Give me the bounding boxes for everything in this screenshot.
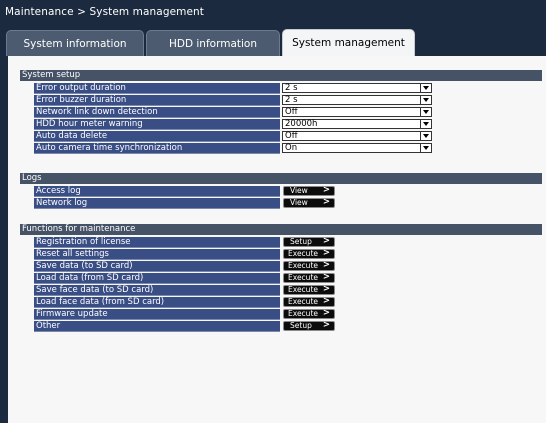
- execute-load-data-button[interactable]: Execute >: [283, 273, 335, 283]
- execute-save-data-button[interactable]: Execute >: [283, 261, 335, 271]
- select-value: Off: [285, 131, 298, 141]
- select-error-output-duration[interactable]: 2 s: [282, 83, 432, 93]
- tab-system-information[interactable]: System information: [6, 30, 144, 56]
- row-label-reset-all-settings: Reset all settings: [34, 249, 280, 260]
- button-label: View: [290, 198, 308, 207]
- select-auto-camera-time-synchronization[interactable]: On: [282, 143, 432, 153]
- chevron-right-icon: >: [322, 185, 330, 195]
- execute-load-face-data-button[interactable]: Execute >: [283, 297, 335, 307]
- row-label-error-output-duration: Error output duration: [34, 83, 280, 94]
- select-value: On: [285, 143, 298, 153]
- chevron-right-icon: >: [322, 260, 330, 270]
- section-header-system-setup: System setup: [20, 70, 542, 81]
- tab-label: System management: [292, 37, 405, 49]
- chevron-right-icon: >: [322, 284, 330, 294]
- row-label-save-data: Save data (to SD card): [34, 261, 280, 272]
- tab-label: System information: [23, 37, 127, 50]
- button-label: Execute: [288, 249, 318, 258]
- select-value: 2 s: [285, 95, 298, 105]
- row-label-network-log: Network log: [34, 198, 280, 209]
- button-label: Execute: [288, 261, 318, 270]
- row-label-network-link-down-detection: Network link down detection: [34, 107, 280, 118]
- button-label: View: [290, 186, 308, 195]
- content-panel: System setup Error output duration 2 s E…: [0, 56, 546, 423]
- chevron-right-icon: >: [322, 236, 330, 246]
- row-label-error-buzzer-duration: Error buzzer duration: [34, 95, 280, 106]
- row-label-access-log: Access log: [34, 186, 280, 197]
- button-label: Execute: [288, 297, 318, 306]
- tab-label: HDD information: [168, 37, 257, 50]
- row-label-other: Other: [34, 321, 280, 332]
- select-value: Off: [285, 107, 298, 117]
- select-error-buzzer-duration[interactable]: 2 s: [282, 95, 432, 105]
- execute-firmware-update-button[interactable]: Execute >: [283, 309, 335, 319]
- button-label: Setup: [290, 237, 312, 246]
- row-label-registration-of-license: Registration of license: [34, 237, 280, 248]
- dropdown-arrow-icon[interactable]: [420, 96, 431, 104]
- row-label-hdd-hour-meter-warning: HDD hour meter warning: [34, 119, 280, 130]
- dropdown-arrow-icon[interactable]: [420, 144, 431, 152]
- select-hdd-hour-meter-warning[interactable]: 20000h: [282, 119, 432, 129]
- setup-other-button[interactable]: Setup >: [283, 321, 335, 331]
- title-bar: Maintenance > System management: [0, 0, 546, 24]
- select-value: 20000h: [285, 119, 318, 129]
- view-access-log-button[interactable]: View >: [283, 186, 335, 196]
- setup-registration-of-license-button[interactable]: Setup >: [283, 237, 335, 247]
- dropdown-arrow-icon[interactable]: [420, 84, 431, 92]
- row-label-firmware-update: Firmware update: [34, 309, 280, 320]
- row-label-save-face-data: Save face data (to SD card): [34, 285, 280, 296]
- chevron-right-icon: >: [322, 272, 330, 282]
- button-label: Execute: [288, 309, 318, 318]
- button-label: Execute: [288, 285, 318, 294]
- chevron-right-icon: >: [322, 308, 330, 318]
- chevron-right-icon: >: [322, 248, 330, 258]
- button-label: Execute: [288, 273, 318, 282]
- row-label-auto-data-delete: Auto data delete: [34, 131, 280, 142]
- tab-strip: System information HDD information Syste…: [0, 24, 546, 56]
- chevron-right-icon: >: [322, 320, 330, 330]
- row-label-load-data: Load data (from SD card): [34, 273, 280, 284]
- section-header-functions-for-maintenance: Functions for maintenance: [20, 224, 542, 235]
- section-header-logs: Logs: [20, 173, 542, 184]
- select-value: 2 s: [285, 83, 298, 93]
- chevron-right-icon: >: [322, 197, 330, 207]
- select-auto-data-delete[interactable]: Off: [282, 131, 432, 141]
- chevron-right-icon: >: [322, 296, 330, 306]
- button-label: Setup: [290, 321, 312, 330]
- dropdown-arrow-icon[interactable]: [420, 132, 431, 140]
- dropdown-arrow-icon[interactable]: [420, 120, 431, 128]
- execute-reset-all-settings-button[interactable]: Execute >: [283, 249, 335, 259]
- tab-system-management[interactable]: System management: [282, 29, 415, 56]
- app-window: Maintenance > System management System i…: [0, 0, 546, 423]
- view-network-log-button[interactable]: View >: [283, 198, 335, 208]
- row-label-load-face-data: Load face data (from SD card): [34, 297, 280, 308]
- tab-hdd-information[interactable]: HDD information: [146, 30, 280, 56]
- dropdown-arrow-icon[interactable]: [420, 108, 431, 116]
- breadcrumb: Maintenance > System management: [5, 6, 205, 18]
- row-label-auto-camera-time-synchronization: Auto camera time synchronization: [34, 143, 280, 154]
- select-network-link-down-detection[interactable]: Off: [282, 107, 432, 117]
- execute-save-face-data-button[interactable]: Execute >: [283, 285, 335, 295]
